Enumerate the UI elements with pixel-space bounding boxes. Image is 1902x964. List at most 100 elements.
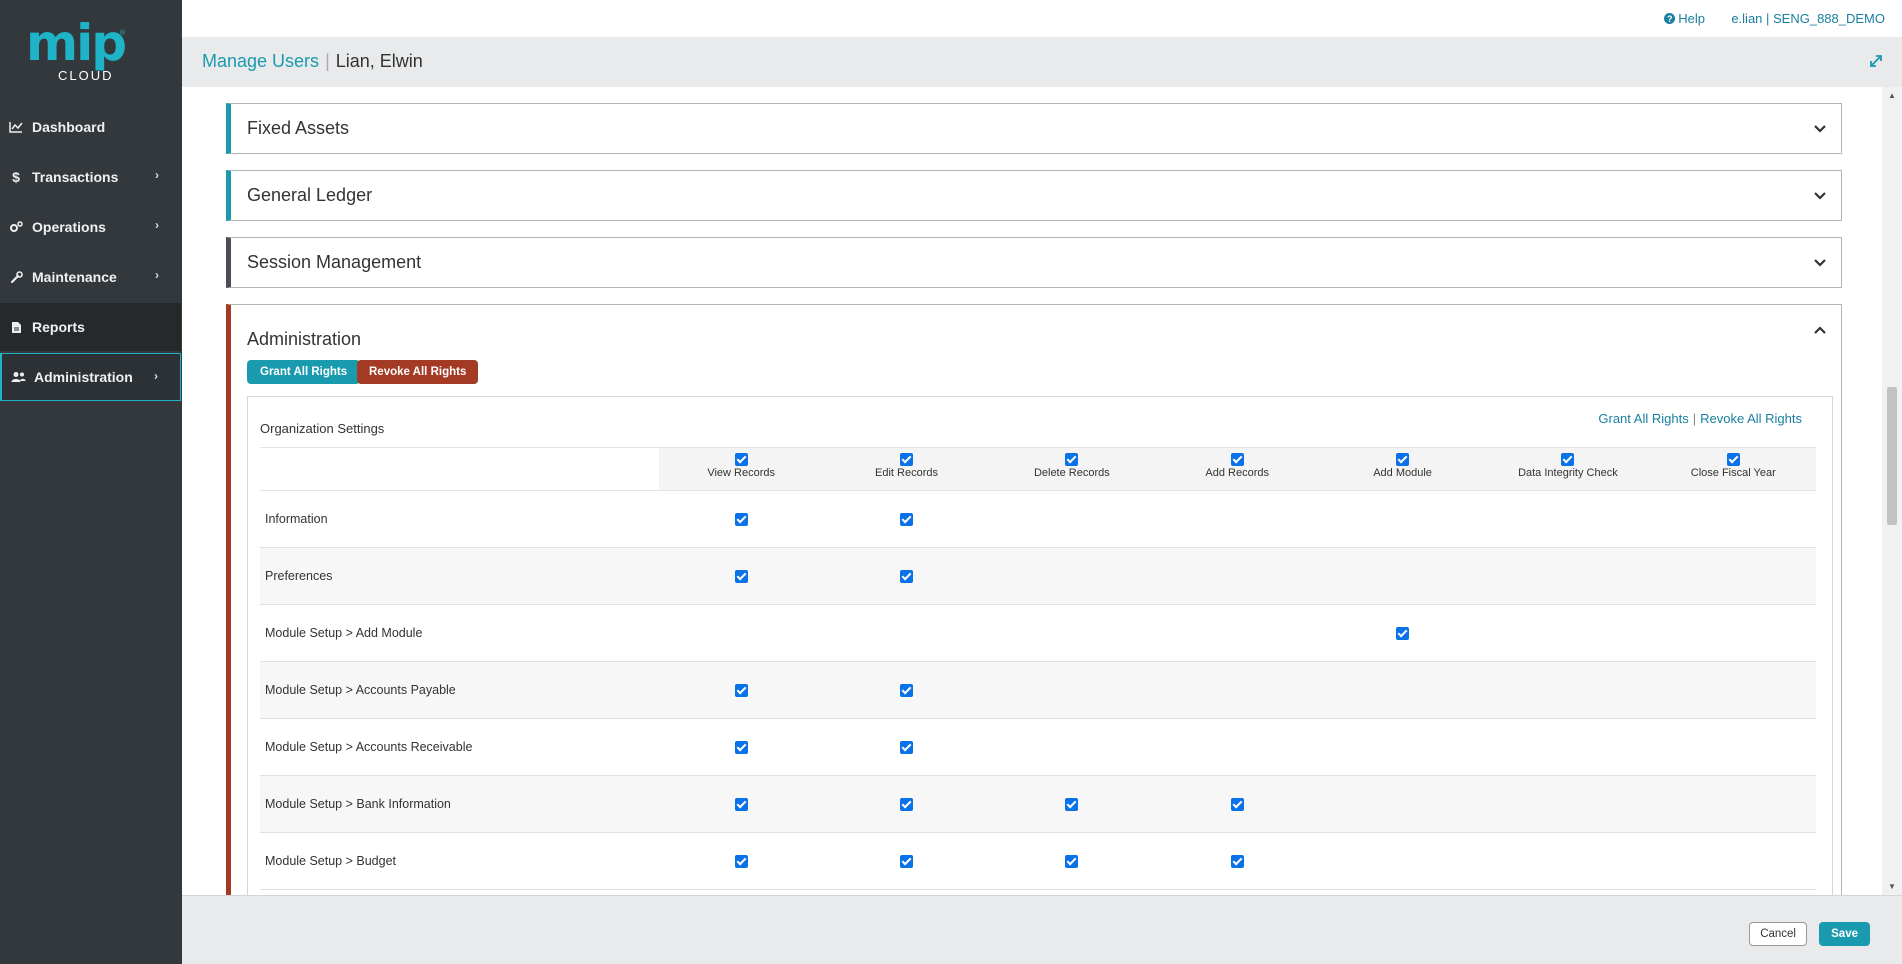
permission-cell — [658, 661, 824, 719]
sidebar-item-dashboard[interactable]: Dashboard — [0, 103, 181, 151]
grant-all-rights-button[interactable]: Grant All Rights — [247, 360, 361, 384]
table-row: Module Setup > Add Module — [260, 604, 1816, 662]
permission-cell — [823, 490, 990, 548]
permission-checkbox[interactable] — [734, 741, 748, 755]
permission-checkbox[interactable] — [1065, 798, 1079, 812]
panel-fixed-assets[interactable]: Fixed Assets — [226, 103, 1842, 154]
column-select-checkbox[interactable] — [900, 453, 914, 466]
permission-cell[interactable] — [1485, 604, 1651, 662]
permission-checkbox[interactable] — [900, 855, 914, 869]
permission-cell[interactable] — [1650, 832, 1816, 890]
permission-cell[interactable] — [658, 604, 824, 662]
sidebar-item-transactions[interactable]: $ Transactions › — [0, 153, 181, 201]
panel-general-ledger[interactable]: General Ledger — [226, 170, 1842, 221]
user-menu[interactable]: e.lian | SENG_888_DEMO — [1731, 11, 1885, 26]
permission-cell[interactable] — [1485, 832, 1651, 890]
sidebar-item-maintenance[interactable]: Maintenance › — [0, 253, 181, 301]
permission-cell[interactable] — [989, 718, 1155, 776]
permission-cell[interactable] — [989, 547, 1155, 605]
link-separator: | — [1692, 411, 1697, 426]
sidebar-item-administration[interactable]: Administration › — [0, 353, 181, 401]
permission-checkbox[interactable] — [1230, 798, 1244, 812]
table-row: Module Setup > Accounts Payable — [260, 661, 1816, 719]
permission-cell[interactable] — [1154, 718, 1320, 776]
cancel-button[interactable]: Cancel — [1749, 922, 1807, 946]
permission-checkbox[interactable] — [900, 513, 914, 527]
permission-cell[interactable] — [1485, 661, 1651, 719]
permission-cell[interactable] — [1319, 832, 1486, 890]
users-icon — [10, 371, 26, 383]
permission-cell[interactable] — [1650, 490, 1816, 548]
column-select-checkbox[interactable] — [1065, 453, 1079, 466]
permission-cell[interactable] — [1154, 547, 1320, 605]
main-content: Fixed Assets General Ledger Session Mana… — [182, 87, 1882, 895]
permission-checkbox[interactable] — [1396, 627, 1410, 641]
permission-cell[interactable] — [989, 604, 1155, 662]
permission-checkbox[interactable] — [734, 570, 748, 584]
permission-cell[interactable] — [1319, 718, 1486, 776]
permission-cell[interactable] — [1485, 718, 1651, 776]
permission-checkbox[interactable] — [1065, 855, 1079, 869]
permission-cell — [823, 832, 990, 890]
permission-checkbox[interactable] — [1230, 855, 1244, 869]
permission-checkbox[interactable] — [734, 513, 748, 527]
permission-checkbox[interactable] — [900, 741, 914, 755]
column-header: Add Module — [1319, 447, 1486, 491]
revoke-all-rights-link[interactable]: Revoke All Rights — [1700, 411, 1802, 426]
column-select-checkbox[interactable] — [1561, 453, 1575, 466]
permission-checkbox[interactable] — [900, 798, 914, 812]
permission-cell[interactable] — [1319, 490, 1486, 548]
permission-cell[interactable] — [989, 661, 1155, 719]
sidebar: mip ® CLOUD Dashboard $ Transactions › O… — [0, 0, 182, 964]
sidebar-item-operations[interactable]: Operations › — [0, 203, 181, 251]
permission-checkbox[interactable] — [900, 684, 914, 698]
panel-title: Fixed Assets — [247, 118, 350, 138]
chevron-up-icon[interactable] — [1813, 323, 1827, 337]
scroll-up-icon[interactable]: ▲ — [1888, 91, 1896, 100]
page-title: Lian, Elwin — [335, 51, 423, 71]
permission-cell[interactable] — [1650, 718, 1816, 776]
permission-cell[interactable] — [1650, 661, 1816, 719]
logo: mip ® CLOUD — [26, 14, 127, 83]
permission-cell[interactable] — [1154, 661, 1320, 719]
permission-cell[interactable] — [1650, 604, 1816, 662]
breadcrumb-manage-users[interactable]: Manage Users — [202, 51, 319, 71]
expand-icon[interactable] — [1868, 53, 1884, 69]
scroll-down-icon[interactable]: ▼ — [1888, 882, 1896, 891]
grant-all-rights-link[interactable]: Grant All Rights — [1598, 411, 1688, 426]
row-label: Module Setup > Bank Information — [260, 775, 659, 833]
revoke-all-rights-button[interactable]: Revoke All Rights — [357, 360, 479, 384]
permission-checkbox[interactable] — [734, 684, 748, 698]
column-select-checkbox[interactable] — [1230, 453, 1244, 466]
permission-cell[interactable] — [1319, 775, 1486, 833]
permission-cell[interactable] — [1650, 775, 1816, 833]
save-button[interactable]: Save — [1819, 922, 1870, 946]
permission-checkbox[interactable] — [734, 855, 748, 869]
permission-cell[interactable] — [823, 604, 990, 662]
chevron-right-icon: › — [155, 268, 159, 282]
column-select-checkbox[interactable] — [1726, 453, 1740, 466]
permission-cell[interactable] — [1154, 490, 1320, 548]
table-row: Module Setup > Budget — [260, 832, 1816, 890]
permission-cell[interactable] — [1485, 775, 1651, 833]
permission-cell[interactable] — [1319, 547, 1486, 605]
permission-cell[interactable] — [1485, 547, 1651, 605]
permission-cell[interactable] — [1485, 490, 1651, 548]
permission-checkbox[interactable] — [734, 798, 748, 812]
sidebar-item-reports[interactable]: Reports — [0, 303, 181, 351]
column-select-checkbox[interactable] — [1396, 453, 1410, 466]
column-select-checkbox[interactable] — [734, 453, 748, 466]
panel-session-management[interactable]: Session Management — [226, 237, 1842, 288]
table-row: Module Setup > Accounts Receivable — [260, 718, 1816, 776]
permission-checkbox[interactable] — [900, 570, 914, 584]
permission-cell[interactable] — [1650, 547, 1816, 605]
permission-cell — [658, 718, 824, 776]
vertical-scrollbar[interactable]: ▲ ▼ — [1882, 87, 1902, 895]
scrollbar-thumb[interactable] — [1887, 387, 1897, 525]
column-header-label: Add Records — [1205, 467, 1269, 479]
permission-cell[interactable] — [1319, 661, 1486, 719]
permission-cell[interactable] — [989, 490, 1155, 548]
help-link[interactable]: ? Help — [1664, 11, 1705, 26]
chart-line-icon — [8, 121, 24, 133]
permission-cell[interactable] — [1154, 604, 1320, 662]
